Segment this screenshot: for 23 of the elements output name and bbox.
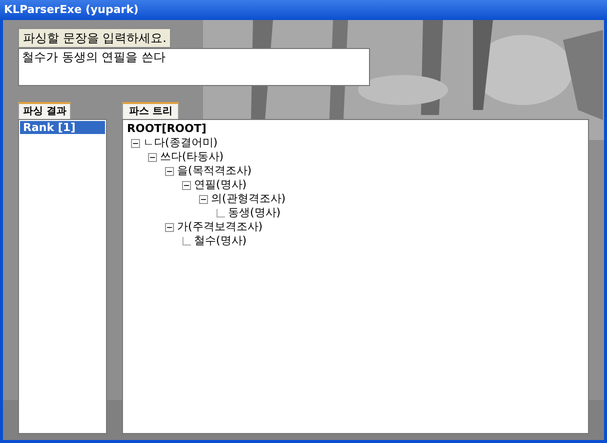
sentence-input[interactable]: 철수가 동생의 연필을 쓴다 xyxy=(18,48,370,86)
tree-connector-icon xyxy=(182,236,191,246)
tree-node[interactable]: 을(목적격조사) xyxy=(177,164,252,178)
window-title: KLParserExe (yupark) xyxy=(4,2,139,18)
tree-node[interactable]: 연필(명사) xyxy=(194,178,247,192)
tree-node[interactable]: 의(관형격조사) xyxy=(211,192,286,206)
collapse-icon[interactable] xyxy=(199,194,208,204)
tree-node[interactable]: 가(주격보격조사) xyxy=(177,220,263,234)
collapse-icon[interactable] xyxy=(131,138,140,148)
collapse-icon[interactable] xyxy=(148,152,157,162)
parse-tree-tab[interactable]: 파스 트리 xyxy=(122,102,180,119)
tree-connector-icon xyxy=(216,208,225,218)
tree-node[interactable]: ㄴ다(종결어미) xyxy=(143,136,218,150)
result-item[interactable]: Rank [1] xyxy=(20,121,105,134)
tree-node[interactable]: 동생(명사) xyxy=(228,206,281,220)
collapse-icon[interactable] xyxy=(165,166,174,176)
collapse-icon[interactable] xyxy=(165,222,174,232)
collapse-icon[interactable] xyxy=(182,180,191,190)
tree-node[interactable]: 철수(명사) xyxy=(194,234,247,248)
results-tab[interactable]: 파싱 결과 xyxy=(18,102,72,119)
tree-root[interactable]: ROOT[ROOT] xyxy=(127,122,584,136)
prompt-label: 파싱할 문장을 입력하세요. xyxy=(18,28,172,48)
tree-node[interactable]: 쓰다(타동사) xyxy=(160,150,224,164)
